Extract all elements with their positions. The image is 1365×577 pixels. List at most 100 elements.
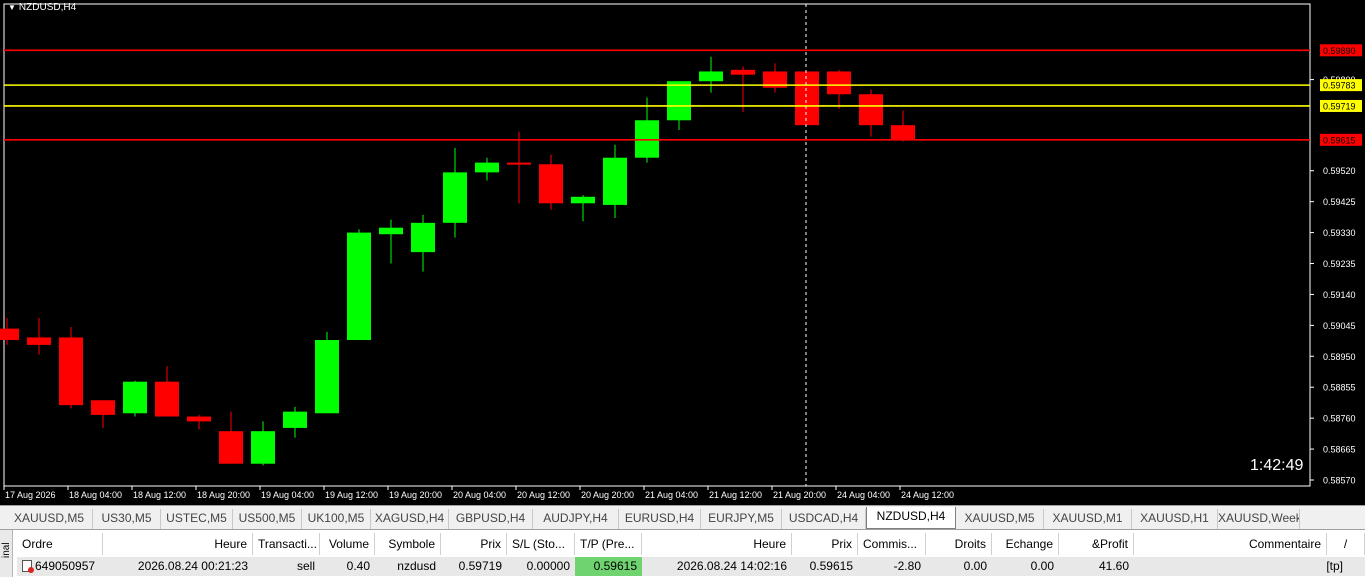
tab-us30-m5[interactable]: US30,M5: [93, 509, 161, 529]
chart-tab-bar: XAUUSD,M5 US30,M5 USTEC,M5 US500,M5 UK100,M5…: [0, 505, 1365, 529]
sort-indicator[interactable]: /: [1327, 533, 1365, 555]
candle-body: [347, 232, 371, 341]
tab-gbpusd-h4[interactable]: GBPUSD,H4: [449, 509, 533, 529]
candle-body: [507, 162, 531, 165]
candle-body: [539, 164, 563, 204]
tab-xauusd-m5[interactable]: XAUUSD,M5: [956, 509, 1044, 529]
candle-body: [795, 71, 819, 126]
price-axis-label: 0.59235: [1323, 259, 1356, 269]
tab-nzdusd-h4[interactable]: NZDUSD,H4: [866, 507, 956, 529]
time-axis-label: 20 Aug 12:00: [517, 490, 570, 500]
tab-us500-m5[interactable]: US500,M5: [233, 509, 302, 529]
cell-ordre: 649050957: [17, 557, 103, 576]
cell-prix: 0.59719: [441, 557, 507, 576]
candle-body: [603, 157, 627, 205]
cell-droits: 0.00: [926, 557, 992, 576]
price-axis-label: 0.59330: [1323, 228, 1356, 238]
candle-body: [667, 81, 691, 121]
candlestick-chart[interactable]: 0.598000.595200.594250.593300.592350.591…: [0, 0, 1365, 505]
time-axis-label: 24 Aug 12:00: [901, 490, 954, 500]
time-axis-label: 18 Aug 04:00: [69, 490, 122, 500]
candle-body: [59, 337, 83, 406]
chart-symbol-label: ▼ NZDUSD,H4: [8, 2, 76, 13]
time-axis-label: 20 Aug 20:00: [581, 490, 634, 500]
col-header-profit[interactable]: &Profit: [1059, 533, 1134, 555]
terminal-side-label[interactable]: inal: [0, 530, 13, 577]
cell-heure: 2026.08.24 00:21:23: [103, 557, 253, 576]
candle-body: [219, 431, 243, 464]
col-header-heure[interactable]: Heure: [103, 533, 253, 555]
price-axis-label: 0.58760: [1323, 414, 1356, 424]
time-axis-label: 17 Aug 2026: [5, 490, 56, 500]
tab-xauusd-week[interactable]: XAUUSD,Week: [1218, 509, 1300, 529]
candle-body: [699, 71, 723, 82]
candle-body: [443, 172, 467, 223]
col-header-transaction[interactable]: Transacti...: [253, 533, 320, 555]
col-header-echange[interactable]: Echange: [992, 533, 1059, 555]
tab-xauusd-m1[interactable]: XAUUSD,M1: [1044, 509, 1132, 529]
col-header-droits[interactable]: Droits: [926, 533, 992, 555]
price-axis-label: 0.58570: [1323, 476, 1356, 486]
candle-body: [411, 222, 435, 253]
col-header-heure-close[interactable]: Heure: [642, 533, 792, 555]
col-header-prix-close[interactable]: Prix: [792, 533, 858, 555]
tab-usdcad-h4[interactable]: USDCAD,H4: [782, 509, 866, 529]
time-axis-label: 24 Aug 04:00: [837, 490, 890, 500]
tab-audjpy-h4[interactable]: AUDJPY,H4: [533, 509, 619, 529]
tab-xagusd-h4[interactable]: XAGUSD,H4: [371, 509, 449, 529]
tab-eurusd-h4[interactable]: EURUSD,H4: [619, 509, 701, 529]
time-axis-label: 18 Aug 20:00: [197, 490, 250, 500]
price-level-label: 0.59719: [1323, 101, 1356, 111]
time-axis-label: 20 Aug 04:00: [453, 490, 506, 500]
tab-eurjpy-m5[interactable]: EURJPY,M5: [701, 509, 782, 529]
cell-commentaire: [tp]: [1134, 557, 1365, 576]
price-chart[interactable]: 0.598000.595200.594250.593300.592350.591…: [0, 0, 1365, 505]
candle-body: [379, 227, 403, 235]
col-header-commentaire[interactable]: Commentaire: [1134, 533, 1327, 555]
chart-frame: [3, 3, 1311, 487]
candle-body: [571, 196, 595, 204]
col-header-ordre[interactable]: Ordre: [17, 533, 103, 555]
price-level-label: 0.59890: [1323, 46, 1356, 56]
cell-commission: -2.80: [858, 557, 926, 576]
price-level-label: 0.59783: [1323, 81, 1356, 91]
candle-body: [27, 337, 51, 345]
cell-profit: 41.60: [1059, 557, 1134, 576]
candle-body: [635, 120, 659, 158]
tab-ustec-m5[interactable]: USTEC,M5: [161, 509, 233, 529]
candle-body: [283, 411, 307, 428]
candle-body: [187, 416, 211, 422]
bar-countdown-timer: 1:42:49: [1250, 457, 1304, 474]
col-header-symbole[interactable]: Symbole: [375, 533, 441, 555]
price-axis-label: 0.58665: [1323, 445, 1356, 455]
cell-prix-close: 0.59615: [792, 557, 858, 576]
chevron-down-icon[interactable]: ▼: [8, 3, 16, 12]
time-axis-label: 19 Aug 20:00: [389, 490, 442, 500]
time-axis-label: 21 Aug 20:00: [773, 490, 826, 500]
cell-transaction: sell: [253, 557, 320, 576]
price-axis-label: 0.59425: [1323, 197, 1356, 207]
candle-body: [475, 162, 499, 173]
price-axis-label: 0.59045: [1323, 321, 1356, 331]
cell-symbole: nzdusd: [375, 557, 441, 576]
cell-volume: 0.40: [320, 557, 375, 576]
candle-body: [251, 431, 275, 464]
time-axis-label: 21 Aug 04:00: [645, 490, 698, 500]
col-header-sl[interactable]: S/L (Sto...: [507, 533, 575, 555]
col-header-commission[interactable]: Commis...: [858, 533, 926, 555]
tab-xauusd-m5[interactable]: XAUUSD,M5: [6, 509, 93, 529]
time-axis-label: 19 Aug 12:00: [325, 490, 378, 500]
terminal-panel: inal Ordre Heure Transacti... Volume Sym…: [0, 529, 1365, 577]
candle-body: [155, 381, 179, 417]
candle-body: [0, 328, 19, 341]
col-header-tp[interactable]: T/P (Pre...: [575, 533, 642, 555]
tab-uk100-m5[interactable]: UK100,M5: [302, 509, 371, 529]
tab-xauusd-h1[interactable]: XAUUSD,H1: [1132, 509, 1218, 529]
col-header-volume[interactable]: Volume: [320, 533, 375, 555]
price-level-label: 0.59615: [1323, 135, 1356, 145]
col-header-prix[interactable]: Prix: [441, 533, 507, 555]
price-axis-label: 0.58950: [1323, 352, 1356, 362]
candle-body: [123, 381, 147, 414]
cell-sl: 0.00000: [507, 557, 575, 576]
symbol-text: NZDUSD,H4: [18, 2, 77, 13]
